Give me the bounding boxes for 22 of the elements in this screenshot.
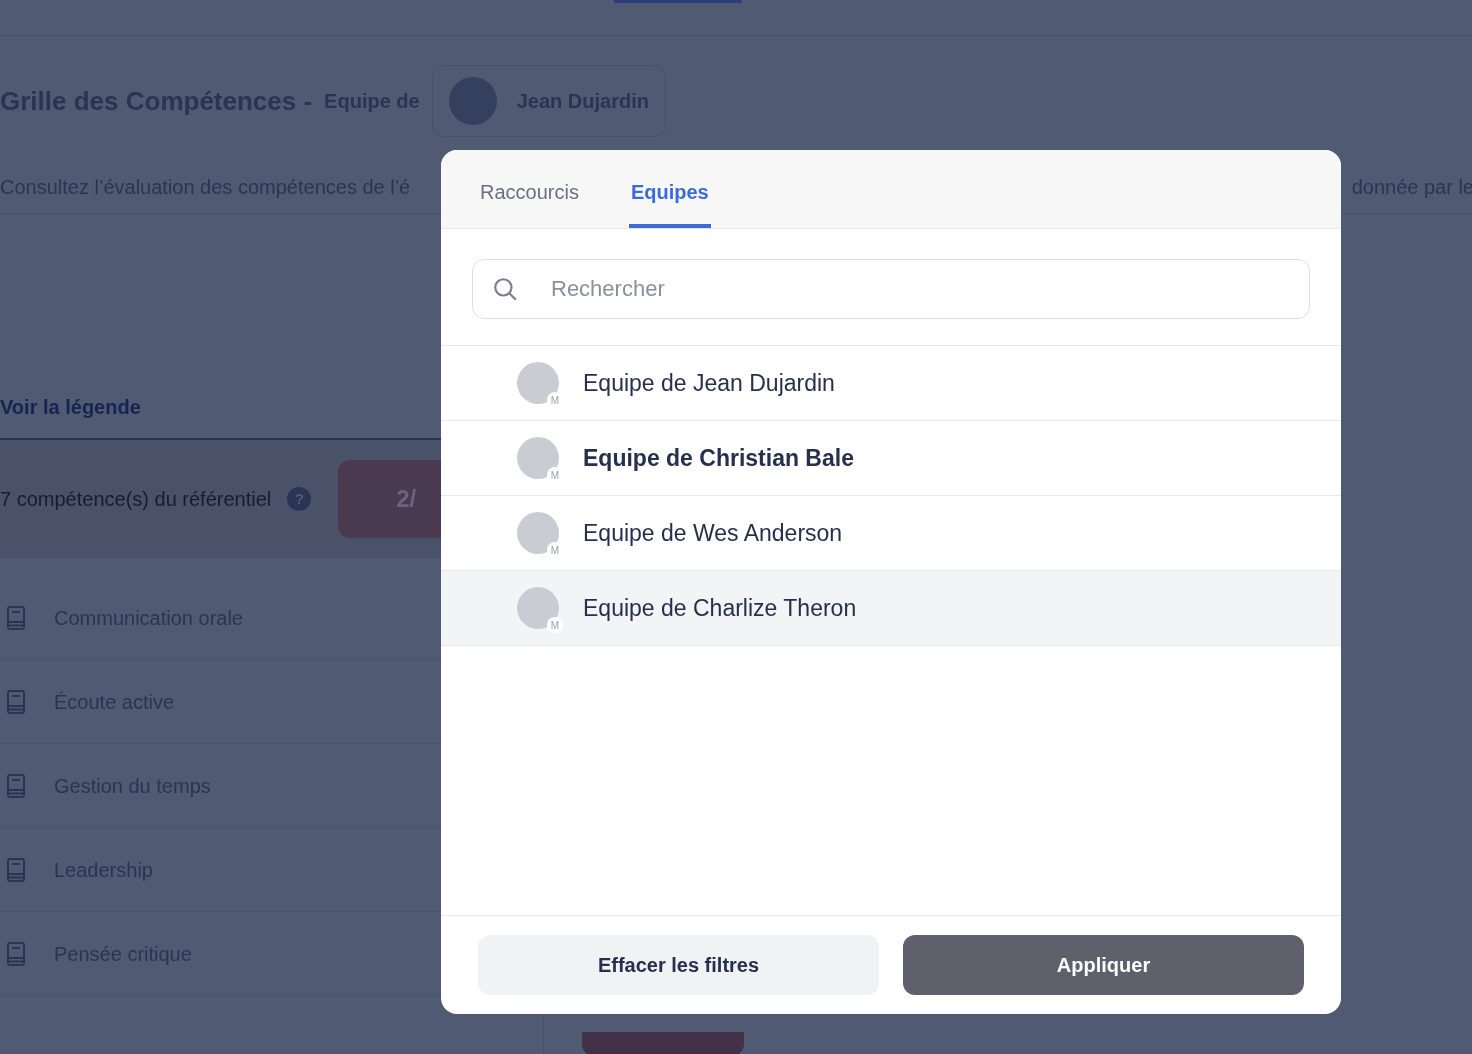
search-icon xyxy=(492,276,518,302)
book-icon xyxy=(6,689,26,714)
avatar xyxy=(517,587,559,629)
team-option[interactable]: M Equipe de Charlize Theron xyxy=(441,571,1341,646)
book-icon xyxy=(6,941,26,966)
manager-badge: M xyxy=(547,617,563,633)
tab[interactable]: Raccourcis xyxy=(478,160,581,228)
avatar xyxy=(517,512,559,554)
team-name: Equipe de Wes Anderson xyxy=(583,518,843,548)
book-icon xyxy=(6,605,26,630)
avatar xyxy=(517,437,559,479)
clear-filters-button[interactable]: Effacer les filtres xyxy=(478,935,879,995)
avatar xyxy=(517,362,559,404)
team-name: Equipe de Charlize Theron xyxy=(583,593,857,623)
tab[interactable]: Equipes xyxy=(628,160,711,228)
book-icon xyxy=(6,773,26,798)
team-name: Equipe de Jean Dujardin xyxy=(583,368,835,398)
apply-button[interactable]: Appliquer xyxy=(903,935,1304,995)
avatar xyxy=(448,77,497,125)
book-icon xyxy=(6,857,26,882)
team-name: Equipe de Christian Bale xyxy=(583,443,854,473)
search-field[interactable]: Rechercher xyxy=(472,259,1310,319)
